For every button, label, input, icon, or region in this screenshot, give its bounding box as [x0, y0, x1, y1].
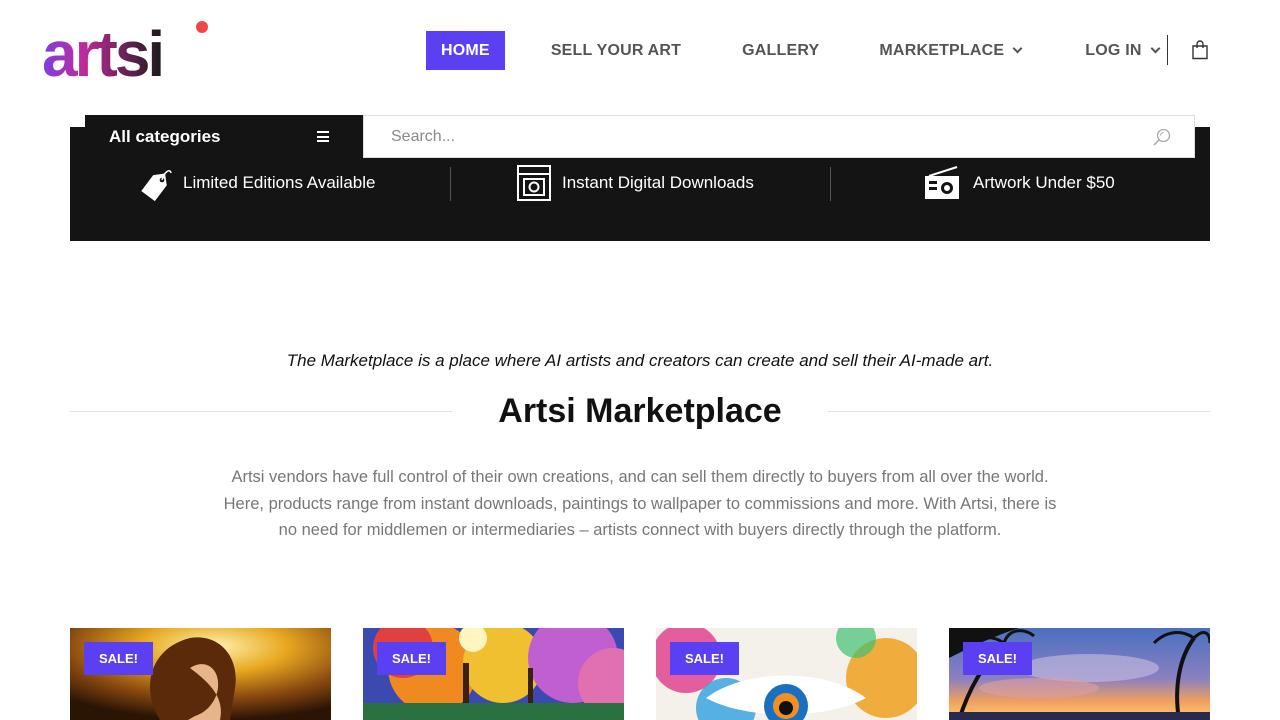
nav-gallery[interactable]: GALLERY	[742, 31, 819, 70]
all-categories-button[interactable]: All categories	[85, 115, 363, 158]
sale-badge: SALE!	[84, 642, 153, 675]
nav-marketplace[interactable]: MARKETPLACE	[879, 31, 1023, 70]
feature-divider	[830, 167, 831, 201]
sale-badge: SALE!	[963, 642, 1032, 675]
feature-artwork-under-50: Artwork Under $50	[923, 163, 1115, 203]
nav-sell-your-art[interactable]: SELL YOUR ART	[551, 31, 681, 70]
feature-divider	[450, 167, 451, 201]
price-tag-icon	[141, 170, 172, 202]
site-header: artsi HOME SELL YOUR ART GALLERY MARKETP…	[0, 0, 1280, 100]
search-input[interactable]	[364, 116, 1124, 157]
sale-badge: SALE!	[377, 642, 446, 675]
chevron-down-icon	[1012, 43, 1023, 54]
feature-instant-downloads: Instant Digital Downloads	[516, 163, 754, 203]
section-title-row: Artsi Marketplace	[70, 388, 1210, 434]
download-box-icon	[517, 165, 551, 201]
marketplace-tagline: The Marketplace is a place where AI arti…	[286, 351, 994, 370]
main-nav: HOME SELL YOUR ART GALLERY MARKETPLACE L…	[426, 31, 1161, 70]
artsi-logo[interactable]: artsi	[42, 18, 212, 82]
nav-log-in[interactable]: LOG IN	[1085, 31, 1161, 70]
search-icon[interactable]	[1152, 127, 1172, 147]
product-card[interactable]: SALE!	[656, 628, 917, 720]
chevron-down-icon	[1150, 43, 1161, 54]
feature-limited-editions: Limited Editions Available	[137, 163, 375, 203]
menu-icon	[317, 131, 329, 142]
search-box	[363, 115, 1195, 158]
shopping-bag-icon[interactable]	[1191, 40, 1209, 60]
product-card[interactable]: SALE!	[70, 628, 331, 720]
product-card[interactable]: SALE!	[949, 628, 1210, 720]
product-card[interactable]: SALE!	[363, 628, 624, 720]
svg-text:artsi: artsi	[42, 18, 162, 82]
nav-home[interactable]: HOME	[426, 31, 505, 70]
sale-badge: SALE!	[670, 642, 739, 675]
radio-icon	[925, 166, 959, 199]
title-divider-right	[828, 411, 1210, 412]
marketplace-description: Artsi vendors have full control of their…	[223, 468, 1057, 539]
nav-divider	[1167, 35, 1168, 65]
